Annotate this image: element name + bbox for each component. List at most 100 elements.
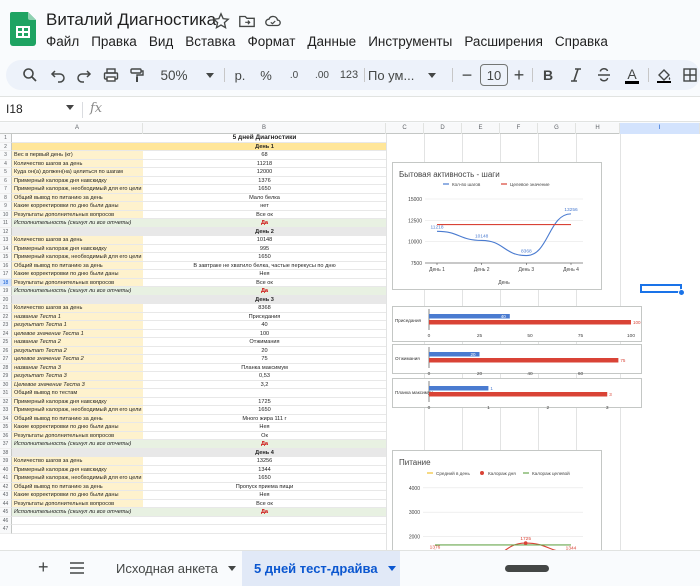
row-header[interactable]: 28 xyxy=(0,364,12,373)
row-header[interactable]: 17 xyxy=(0,270,12,279)
row-header[interactable]: 34 xyxy=(0,415,12,424)
search-menus-icon[interactable] xyxy=(20,60,40,90)
cell-a[interactable]: Количество шагов за день xyxy=(12,160,143,169)
row-header[interactable]: 10 xyxy=(0,211,12,220)
cell-a[interactable]: Примерный калораж, необходимый для его ц… xyxy=(12,474,143,483)
cell-b[interactable]: 68 xyxy=(143,151,386,160)
row-header[interactable]: 36 xyxy=(0,432,12,441)
row-header[interactable]: 9 xyxy=(0,202,12,211)
borders-icon[interactable] xyxy=(678,60,700,90)
row-header[interactable]: 11 xyxy=(0,219,12,228)
cell-a[interactable] xyxy=(12,134,143,143)
cell-a[interactable]: Какие корректировки по дню были даны xyxy=(12,202,143,211)
cell-a[interactable]: Общий вывод по питанию за день xyxy=(12,415,143,424)
italic-icon[interactable] xyxy=(564,60,588,90)
menu-view[interactable]: Вид xyxy=(149,34,173,49)
star-icon[interactable] xyxy=(212,12,230,30)
chevron-down-icon[interactable] xyxy=(388,566,396,571)
cell-b[interactable]: Да xyxy=(143,287,386,296)
row-header[interactable]: 24 xyxy=(0,330,12,339)
fill-color-icon[interactable] xyxy=(652,60,676,90)
cell-a[interactable]: Какие корректировки по дню были даны xyxy=(12,423,143,432)
menu-edit[interactable]: Правка xyxy=(91,34,137,49)
test2-chart[interactable]: Отжимания20750204060 xyxy=(392,344,642,374)
row-header[interactable]: 44 xyxy=(0,500,12,509)
undo-icon[interactable] xyxy=(48,60,68,90)
cell-b[interactable]: В завтраке не хватило белка, частые пере… xyxy=(143,262,386,271)
cell-a[interactable]: Вес в первый день (кг) xyxy=(12,151,143,160)
text-color-button[interactable]: A xyxy=(620,60,644,90)
test3-chart[interactable]: Планка максимум130123 xyxy=(392,378,642,408)
all-sheets-menu-icon[interactable] xyxy=(70,562,84,574)
menu-file[interactable]: Файл xyxy=(46,34,79,49)
cell-b[interactable]: Мало белка xyxy=(143,194,386,203)
cell-a[interactable]: Результаты дополнительных вопросов xyxy=(12,500,143,509)
column-header-e[interactable]: E xyxy=(462,123,500,134)
increase-decimal-button[interactable]: .00 xyxy=(308,60,336,90)
cell-a[interactable]: Примерный калораж дня навскидку xyxy=(12,466,143,475)
row-header[interactable]: 5 xyxy=(0,168,12,177)
row-header[interactable]: 21 xyxy=(0,304,12,313)
zoom-select[interactable]: 50% xyxy=(154,60,220,90)
decrease-font-size-icon[interactable]: − xyxy=(458,60,476,90)
row-header[interactable]: 25 xyxy=(0,338,12,347)
sheets-logo-icon[interactable] xyxy=(10,12,36,46)
cell-a[interactable]: Результаты дополнительных вопросов xyxy=(12,279,143,288)
cell-b[interactable]: 75 xyxy=(143,355,386,364)
font-size-input[interactable]: 10 xyxy=(480,64,508,86)
horizontal-scrollbar[interactable] xyxy=(505,565,549,572)
cell-b[interactable]: 10148 xyxy=(143,236,386,245)
cell-b[interactable]: 1376 xyxy=(143,177,386,186)
row-header[interactable]: 45 xyxy=(0,508,12,517)
row-header[interactable]: 18 xyxy=(0,279,12,288)
strikethrough-icon[interactable] xyxy=(592,60,616,90)
cell-a[interactable]: Какие корректировки по дню были даны xyxy=(12,491,143,500)
cell-b[interactable]: Все ок xyxy=(143,500,386,509)
font-select[interactable]: По ум... xyxy=(368,60,450,90)
row-header[interactable]: 37 xyxy=(0,440,12,449)
cell-b[interactable]: Все ок xyxy=(143,279,386,288)
cell-b[interactable] xyxy=(143,525,386,534)
cell-a[interactable] xyxy=(12,525,143,534)
cell-a[interactable]: результат Теста 3 xyxy=(12,372,143,381)
cell-a[interactable]: Количество шагов за день xyxy=(12,304,143,313)
cell-a[interactable] xyxy=(12,296,143,305)
selected-cell-i18[interactable] xyxy=(640,284,682,293)
cell-a[interactable]: Какие корректировки по дню были даны xyxy=(12,270,143,279)
cell-b[interactable]: Отжимания xyxy=(143,338,386,347)
row-header[interactable]: 20 xyxy=(0,296,12,305)
cell-a[interactable]: Результаты дополнительных вопросов xyxy=(12,432,143,441)
cell-a[interactable]: Примерный калораж, необходимый для его ц… xyxy=(12,253,143,262)
cell-a[interactable] xyxy=(12,449,143,458)
row-header[interactable]: 12 xyxy=(0,228,12,237)
sheet-tab-test-drive[interactable]: 5 дней тест-драйва xyxy=(242,551,400,586)
cell-b[interactable]: Много жира 111 г xyxy=(143,415,386,424)
row-header[interactable]: 38 xyxy=(0,449,12,458)
row-header[interactable]: 32 xyxy=(0,398,12,407)
cell-a[interactable] xyxy=(12,517,143,526)
cell-b[interactable]: Все ок xyxy=(143,211,386,220)
cell-b[interactable]: 1725 xyxy=(143,398,386,407)
cell-b[interactable]: Да xyxy=(143,440,386,449)
cell-b[interactable]: 3,2 xyxy=(143,381,386,390)
chevron-down-icon[interactable] xyxy=(228,566,236,571)
row-header[interactable]: 46 xyxy=(0,517,12,526)
column-header-f[interactable]: F xyxy=(500,123,538,134)
row-header[interactable]: 30 xyxy=(0,381,12,390)
cell-a[interactable]: Куда он(а) должен(на) целиться по шагам xyxy=(12,168,143,177)
cell-b[interactable] xyxy=(143,389,386,398)
decrease-decimal-button[interactable]: .0 xyxy=(282,60,306,90)
row-header[interactable]: 14 xyxy=(0,245,12,254)
cell-a[interactable]: Исполнительность (скинул ли все отчеты) xyxy=(12,219,143,228)
row-header[interactable]: 22 xyxy=(0,313,12,322)
cell-b[interactable]: День 3 xyxy=(143,296,386,305)
cloud-status-icon[interactable] xyxy=(264,12,282,30)
row-header[interactable]: 42 xyxy=(0,483,12,492)
nutrition-chart[interactable]: ПитаниеСредний в деньКалораж дняКалораж … xyxy=(392,450,602,550)
cell-b[interactable]: 5 дней Диагностики xyxy=(143,134,386,143)
format-currency-button[interactable]: р. xyxy=(230,60,250,90)
cell-b[interactable] xyxy=(143,517,386,526)
row-header[interactable]: 23 xyxy=(0,321,12,330)
cell-b[interactable]: Нея xyxy=(143,270,386,279)
row-header[interactable]: 7 xyxy=(0,185,12,194)
